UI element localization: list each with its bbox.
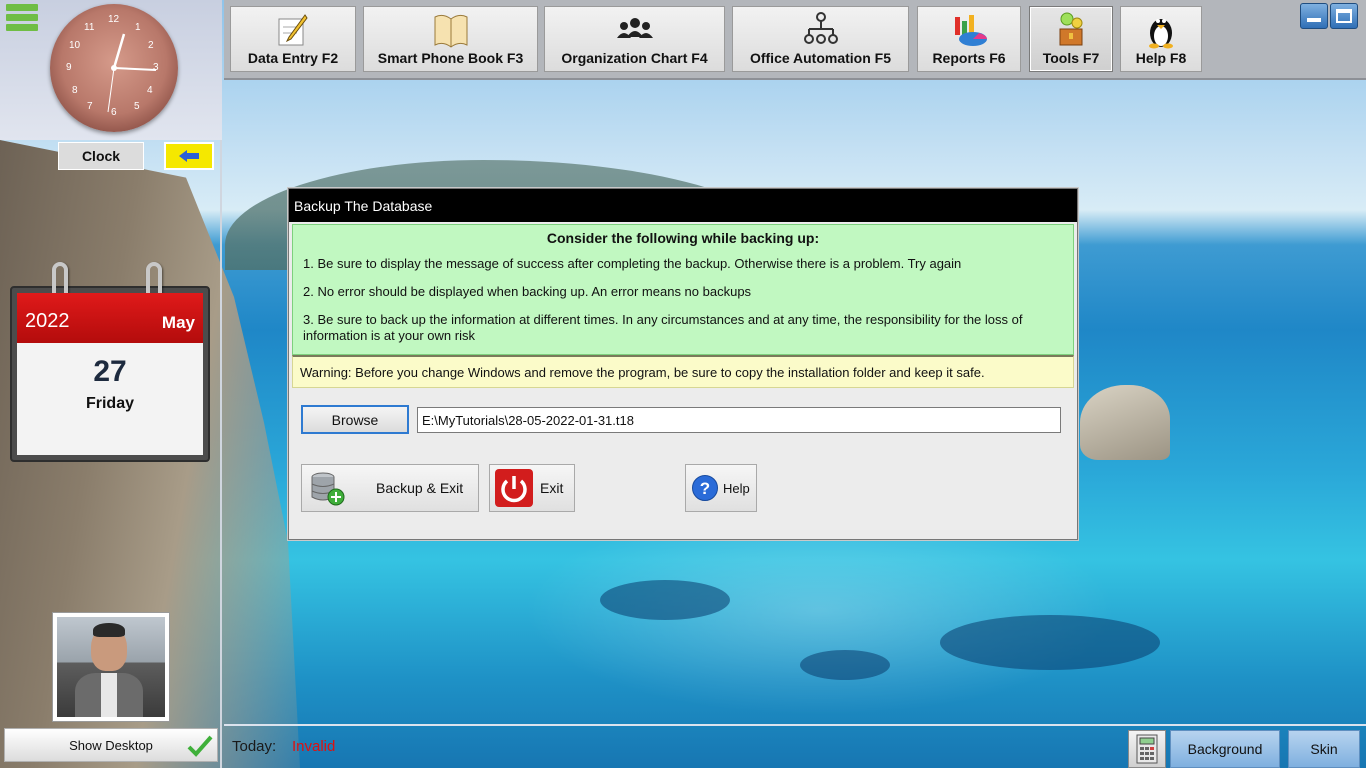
help-button[interactable]: ? Help	[685, 464, 757, 512]
today-value: Invalid	[292, 738, 336, 755]
office-automation-icon	[803, 12, 838, 44]
window-icon	[1336, 9, 1352, 23]
backup-and-exit-button[interactable]: Backup & Exit	[301, 464, 479, 512]
calculator-button[interactable]	[1128, 730, 1166, 768]
close-window-button[interactable]	[1330, 3, 1358, 29]
collapse-panel-button[interactable]	[164, 142, 214, 170]
checkmark-icon	[187, 735, 213, 757]
show-desktop-button[interactable]: Show Desktop	[4, 728, 218, 762]
toolbar-label: Organization Chart F4	[561, 50, 708, 66]
calendar-page: 2022 May 27 Friday	[17, 293, 203, 455]
bottom-bar: Today: Invalid Background Skin	[224, 724, 1366, 768]
toolbar-organization-chart-button[interactable]: Organization Chart F4	[544, 6, 725, 72]
notice-line: 2. No error should be displayed when bac…	[303, 284, 752, 299]
reports-icon	[955, 15, 987, 46]
calendar-month: May	[161, 313, 195, 332]
toolbar-phone-book-button[interactable]: Smart Phone Book F3	[363, 6, 538, 72]
calculator-icon	[1136, 734, 1158, 764]
svg-text:?: ?	[700, 479, 710, 498]
calendar-widget: 2022 May 27 Friday	[10, 262, 210, 462]
menu-icon[interactable]	[6, 4, 38, 36]
calendar-weekday: Friday	[85, 395, 134, 412]
toolbar-label: Office Automation F5	[749, 50, 892, 66]
background-button[interactable]: Background	[1170, 730, 1280, 768]
today-label: Today:	[232, 738, 277, 755]
organization-chart-icon	[616, 18, 653, 38]
dialog-title: Backup The Database	[289, 189, 1077, 222]
clock-area: 12 1 2 3 4 5 6 7 8 9 10 11	[0, 0, 222, 140]
analog-clock: 12 1 2 3 4 5 6 7 8 9 10 11	[50, 4, 178, 132]
main-toolbar: Data Entry F2 Smart Phone Book F3 Organi…	[224, 0, 1366, 80]
backup-path-field[interactable]: E:\MyTutorials\28-05-2022-01-31.t18	[417, 407, 1061, 433]
tools-icon	[1059, 12, 1083, 46]
database-add-icon	[311, 472, 345, 506]
toolbar-help-button[interactable]: Help F8	[1120, 6, 1202, 72]
exit-label: Exit	[540, 480, 564, 496]
skin-button[interactable]: Skin	[1288, 730, 1360, 768]
notice-heading: Consider the following while backing up:	[546, 230, 820, 246]
power-icon	[495, 469, 533, 507]
toolbar-tools-button[interactable]: Tools F7	[1029, 6, 1113, 72]
background-rock	[1080, 385, 1170, 460]
toolbar-reports-button[interactable]: Reports F6	[917, 6, 1021, 72]
minimize-icon	[1307, 18, 1321, 22]
calendar-year: 2022	[25, 310, 70, 332]
avatar-photo	[57, 617, 165, 717]
arrow-left-icon	[179, 150, 199, 162]
phone-book-icon	[434, 14, 467, 48]
backup-and-exit-label: Backup & Exit	[376, 480, 464, 496]
exit-button[interactable]: Exit	[489, 464, 575, 512]
toolbar-label: Tools F7	[1042, 50, 1100, 66]
help-icon: ?	[692, 475, 718, 501]
toolbar-data-entry-button[interactable]: Data Entry F2	[230, 6, 356, 72]
penguin-icon	[1149, 19, 1173, 49]
background-reef	[940, 615, 1160, 670]
background-reef	[600, 580, 730, 620]
left-panel: 12 1 2 3 4 5 6 7 8 9 10 11 Clock 2022 Ma…	[0, 0, 222, 768]
toolbar-office-automation-button[interactable]: Office Automation F5	[732, 6, 909, 72]
toolbar-label: Data Entry F2	[247, 50, 339, 66]
clock-hands	[107, 33, 157, 113]
clock-label: Clock	[81, 148, 121, 164]
notice-line: 3. Be sure to back up the information at…	[303, 312, 1023, 343]
background-reef	[800, 650, 890, 680]
calendar-day: 27	[93, 355, 127, 388]
help-label: Help	[723, 480, 750, 496]
user-avatar[interactable]	[52, 612, 170, 722]
notice-line: 1. Be sure to display the message of suc…	[303, 256, 962, 271]
calendar-header: 2022 May	[17, 293, 203, 343]
show-desktop-label: Show Desktop	[69, 737, 153, 753]
clock-label-box[interactable]: Clock	[58, 142, 144, 170]
toolbar-label: Help F8	[1135, 50, 1187, 66]
minimize-button[interactable]	[1300, 3, 1328, 29]
browse-button[interactable]: Browse	[301, 405, 409, 434]
backup-notice: Consider the following while backing up:…	[292, 224, 1074, 355]
warning-message: Warning: Before you change Windows and r…	[292, 355, 1074, 388]
data-entry-icon	[278, 14, 308, 46]
backup-dialog: Backup The Database Consider the followi…	[288, 188, 1078, 540]
toolbar-label: Smart Phone Book F3	[377, 50, 524, 66]
toolbar-label: Reports F6	[932, 50, 1006, 66]
